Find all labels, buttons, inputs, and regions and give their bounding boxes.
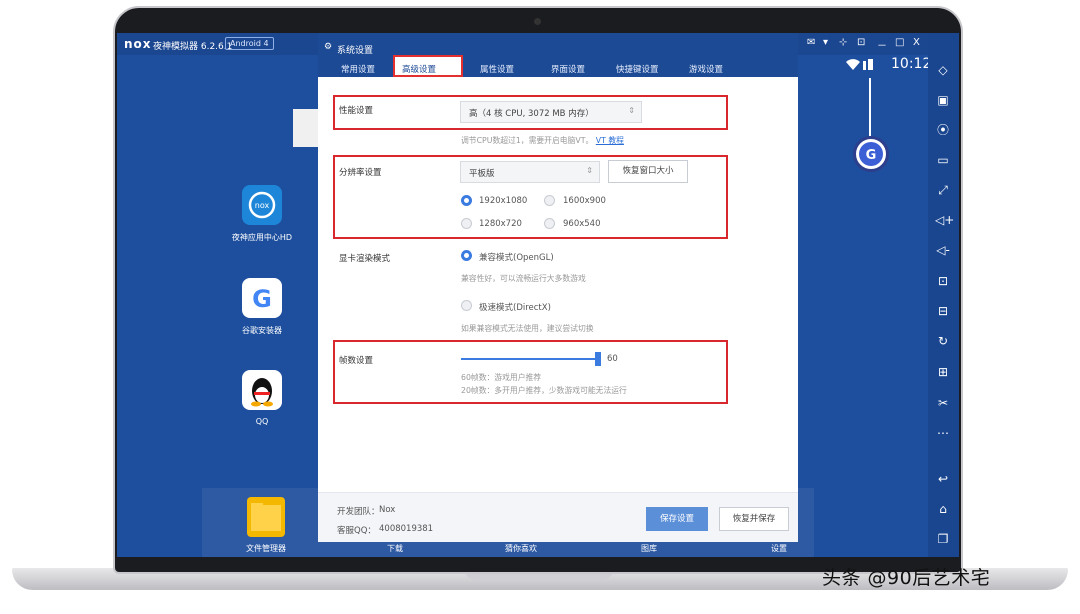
- radio-1920x1080[interactable]: [461, 195, 472, 206]
- option-960x540[interactable]: 960x540: [563, 219, 600, 229]
- emulator-screen: nox 夜神模拟器 6.2.6.1 Android 4 x ✉ ▾ ⊹ ⊡ － …: [117, 33, 959, 557]
- performance-hint-text: 调节CPU数超过1，需要开启电脑VT。: [461, 136, 594, 145]
- performance-select[interactable]: 高（4 核 CPU, 3072 MB 内存） ⇕: [460, 101, 642, 123]
- webcam: [534, 18, 541, 25]
- radio-opengl[interactable]: [461, 250, 472, 261]
- nox-logo: nox: [124, 37, 152, 51]
- restore-window-size-button[interactable]: 恢复窗口大小: [608, 160, 688, 183]
- emulator-title: 夜神模拟器 6.2.6.1: [153, 42, 233, 52]
- volume-down-icon[interactable]: ◁-: [935, 242, 951, 258]
- radio-960x540[interactable]: [544, 218, 555, 229]
- tab-properties[interactable]: 属性设置: [480, 63, 514, 75]
- screen-icon[interactable]: ▣: [935, 92, 951, 108]
- render-mode-label: 显卡渲染模式: [339, 254, 391, 264]
- tab-interface[interactable]: 界面设置: [551, 63, 585, 75]
- watermark: 头条 @90后艺术宅: [822, 567, 991, 589]
- support-qq-value: 4008019381: [379, 524, 434, 534]
- minimize-icon[interactable]: －: [877, 37, 887, 52]
- tab-general[interactable]: 常用设置: [341, 63, 375, 75]
- settings-icon[interactable]: ⊡: [857, 37, 865, 48]
- support-qq-label: 客服QQ：: [337, 526, 376, 536]
- dock-settings[interactable]: 设置: [771, 543, 787, 554]
- fps-slider-handle[interactable]: [595, 352, 601, 366]
- qq-label: QQ: [255, 417, 269, 426]
- close-window-icon[interactable]: X: [913, 37, 920, 48]
- opengl-hint: 兼容性好，可以流畅运行大多数游戏: [461, 274, 586, 283]
- add-file-icon[interactable]: ⊞: [935, 364, 951, 380]
- fps-hint-20: 20帧数：多开用户推荐，少数游戏可能无法运行: [461, 386, 627, 395]
- option-1280x720[interactable]: 1280x720: [479, 219, 522, 229]
- float-connector: [869, 78, 871, 136]
- recording-icon[interactable]: ↻: [935, 333, 951, 349]
- volume-up-icon[interactable]: ◁+: [935, 212, 954, 228]
- maximize-icon[interactable]: □: [895, 37, 904, 48]
- svg-text:G: G: [252, 285, 272, 313]
- apk-install-icon[interactable]: ⊟: [935, 303, 951, 319]
- settings-dialog-title: 系统设置: [337, 46, 374, 56]
- photo-stage: nox 夜神模拟器 6.2.6.1 Android 4 x ✉ ▾ ⊹ ⊡ － …: [0, 0, 1080, 614]
- option-1920x1080[interactable]: 1920x1080: [479, 196, 527, 206]
- fps-value: 60: [607, 354, 618, 364]
- save-settings-button[interactable]: 保存设置: [646, 507, 708, 531]
- dock-download[interactable]: 下载: [387, 543, 403, 554]
- resolution-select-value: 平板版: [469, 169, 495, 179]
- svg-text:G: G: [866, 148, 877, 163]
- updown-icon: ⇕: [586, 166, 593, 175]
- fps-label: 帧数设置: [339, 356, 374, 366]
- performance-label: 性能设置: [339, 106, 374, 116]
- nox-app-center-label: 夜神应用中心HD: [231, 233, 293, 242]
- home-icon[interactable]: ⌂: [935, 501, 951, 517]
- float-assistant-button[interactable]: G: [853, 136, 889, 172]
- fps-slider[interactable]: [461, 352, 601, 366]
- option-1600x900[interactable]: 1600x900: [563, 196, 606, 206]
- radio-directx[interactable]: [461, 300, 472, 311]
- option-directx[interactable]: 极速模式(DirectX): [479, 301, 551, 313]
- settings-dialog-body: [318, 77, 798, 542]
- directx-hint: 如果兼容模式无法使用，建议尝试切换: [461, 324, 594, 333]
- dock-gallery[interactable]: 图库: [641, 543, 657, 554]
- fps-hint-60: 60帧数：游戏用户推荐: [461, 373, 542, 382]
- google-installer-icon[interactable]: G: [242, 278, 282, 318]
- option-opengl[interactable]: 兼容模式(OpenGL): [479, 251, 554, 263]
- radio-1280x720[interactable]: [461, 218, 472, 229]
- tab-shortcuts[interactable]: 快捷键设置: [616, 63, 659, 75]
- dev-team-value: Nox: [379, 505, 396, 515]
- dock-recommend[interactable]: 猜你喜欢: [505, 543, 537, 554]
- recent-apps-icon[interactable]: ❐: [935, 531, 951, 547]
- partial-app-icon[interactable]: [293, 109, 319, 147]
- fullscreen-icon[interactable]: ⤢: [935, 182, 951, 198]
- google-installer-label: 谷歌安装器: [242, 326, 282, 335]
- resolution-label: 分辨率设置: [339, 168, 382, 178]
- clock: 10:12: [891, 56, 932, 72]
- scissors-icon[interactable]: ✂: [935, 395, 951, 411]
- qq-icon[interactable]: [242, 370, 282, 410]
- svg-text:nox: nox: [255, 201, 270, 210]
- restore-and-save-button[interactable]: 恢复并保存: [719, 507, 789, 531]
- updown-icon: ⇕: [628, 106, 635, 115]
- radio-1600x900[interactable]: [544, 195, 555, 206]
- file-manager-icon[interactable]: [247, 497, 285, 537]
- vt-tutorial-link[interactable]: VT 教程: [596, 136, 624, 145]
- pin-icon[interactable]: ⊹: [839, 37, 847, 48]
- nox-app-center-icon[interactable]: nox: [242, 185, 282, 225]
- location-icon[interactable]: ⦿: [935, 122, 951, 138]
- resolution-select[interactable]: 平板版 ⇕: [460, 161, 600, 183]
- wifi-signal-icon: [845, 57, 875, 74]
- tab-games[interactable]: 游戏设置: [689, 63, 723, 75]
- dev-team-label: 开发团队：: [337, 507, 380, 517]
- gear-icon: ⚙: [324, 42, 333, 52]
- screenshot-icon[interactable]: ⊡: [935, 273, 951, 289]
- performance-select-value: 高（4 核 CPU, 3072 MB 内存）: [469, 109, 594, 119]
- more-icon[interactable]: ⋯: [935, 425, 951, 441]
- performance-hint: 调节CPU数超过1，需要开启电脑VT。 VT 教程: [461, 135, 624, 146]
- dock-file-manager[interactable]: 文件管理器: [246, 543, 286, 554]
- tab-advanced[interactable]: 高级设置: [402, 63, 436, 75]
- rotate-icon[interactable]: ◇: [935, 62, 951, 78]
- back-icon[interactable]: ↩: [935, 471, 951, 487]
- android-version-badge: Android 4: [225, 37, 274, 50]
- dropdown-icon[interactable]: ▾: [823, 37, 828, 48]
- fps-slider-track: [461, 358, 601, 360]
- mail-icon[interactable]: ✉: [807, 37, 815, 48]
- monitor-icon[interactable]: ▭: [935, 152, 951, 168]
